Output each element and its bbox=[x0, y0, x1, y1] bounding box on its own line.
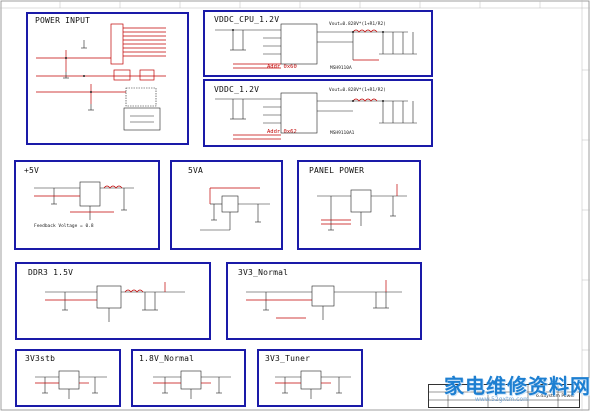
3v3stb-circuit bbox=[35, 370, 107, 399]
1v8-normal-circuit bbox=[153, 370, 231, 399]
schematic-sheet: POWER INPUT VDDC_CPU_1.2V Vout=0.828V*(1… bbox=[0, 0, 590, 411]
3v3-tuner-circuit bbox=[275, 370, 351, 399]
ddr3-circuit bbox=[45, 282, 185, 322]
plus5v-circuit bbox=[34, 181, 134, 220]
watermark-logo: 家电维修资料网 bbox=[444, 374, 590, 398]
panel-power-circuit bbox=[317, 184, 407, 231]
watermark-url: www.52gxtm.com bbox=[475, 396, 529, 403]
vddc-circuit bbox=[215, 92, 417, 140]
vddc-cpu-circuit bbox=[215, 23, 417, 69]
3v3-normal-circuit bbox=[246, 280, 402, 320]
5va-circuit bbox=[200, 187, 270, 231]
power-input-circuit bbox=[36, 23, 166, 131]
